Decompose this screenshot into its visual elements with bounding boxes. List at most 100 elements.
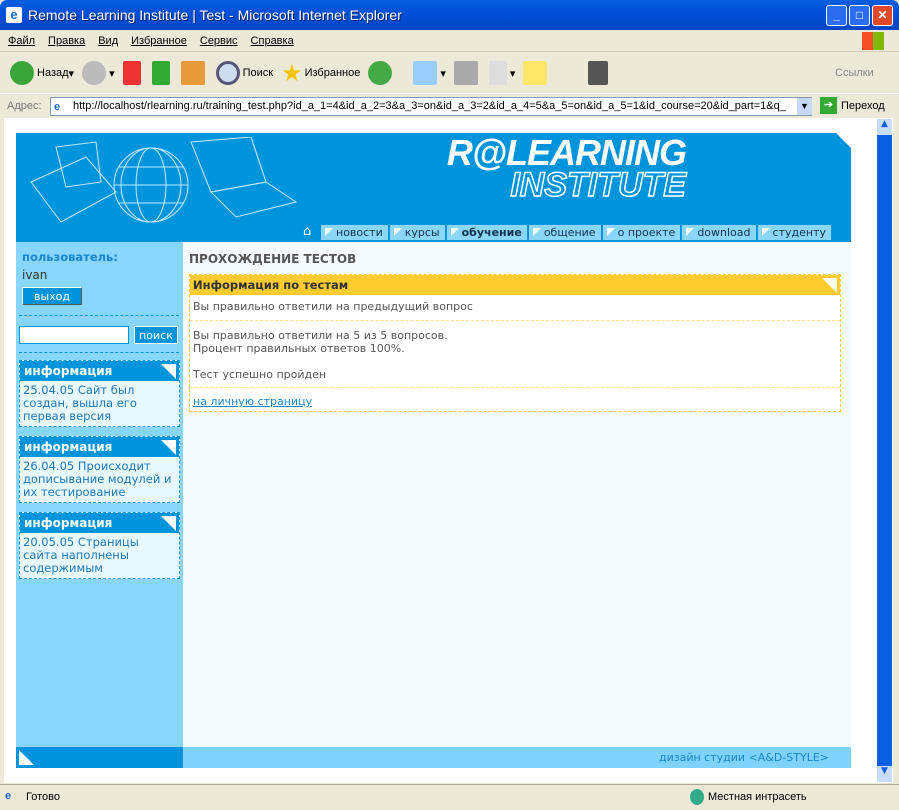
page-icon: e — [54, 101, 61, 113]
divider — [19, 315, 179, 316]
verdict-text: Тест успешно пройден — [193, 368, 327, 381]
print-button[interactable] — [453, 61, 481, 85]
home-button[interactable] — [180, 61, 208, 85]
star-icon: ★ — [281, 59, 303, 87]
corner-icon — [836, 133, 851, 148]
info-title: информация — [24, 364, 113, 378]
info-text: 26.04.05 Происходит дописывание модулей … — [23, 459, 172, 499]
refresh-icon — [151, 61, 170, 85]
notes-button[interactable] — [523, 61, 550, 85]
address-bar: Адрес: e http://localhost/rlearning.ru/tr… — [0, 93, 899, 117]
nav-news[interactable]: новости — [321, 225, 388, 240]
mail-button[interactable]: ▾ — [413, 61, 446, 85]
window-title: Remote Learning Institute | Test - Micro… — [28, 7, 402, 23]
ie-page-icon: e — [5, 790, 12, 802]
extension-button[interactable] — [588, 61, 611, 85]
nav-courses[interactable]: курсы — [389, 225, 445, 240]
scroll-down-button[interactable]: ▼ — [877, 766, 892, 782]
laptops-globe-illustration — [30, 137, 298, 223]
site-logo: R@LEARNING INSTITUTE — [446, 132, 687, 204]
footer-left — [16, 747, 183, 768]
home-icon — [180, 61, 205, 85]
ie-icon: e — [6, 7, 22, 23]
mail-icon — [413, 61, 438, 85]
back-arrow-icon — [10, 61, 34, 85]
web-page: R@LEARNING INSTITUTE ⌂ новости курсы обу… — [16, 133, 851, 768]
address-dropdown[interactable]: ▼ — [797, 98, 812, 115]
username: ivan — [22, 268, 48, 282]
search-icon — [215, 61, 240, 85]
nav-student[interactable]: студенту — [757, 225, 831, 240]
browser-viewport: R@LEARNING INSTITUTE ⌂ новости курсы обу… — [4, 118, 876, 783]
stop-icon — [122, 61, 141, 85]
zone-text: Местная интрасеть — [708, 791, 807, 803]
menu-view[interactable]: Вид — [98, 35, 118, 47]
back-button[interactable]: Назад ▾ — [10, 61, 74, 85]
nav-communication[interactable]: общение — [528, 225, 601, 240]
menu-favorites[interactable]: Избранное — [131, 35, 187, 47]
search-button[interactable]: Поиск — [215, 61, 273, 85]
go-button[interactable]: ➔ Переход — [820, 97, 885, 114]
vertical-scrollbar[interactable]: ▲ ▼ — [876, 118, 893, 783]
main-nav: новости курсы обучение общение о проекте… — [321, 225, 831, 240]
prev-result: Вы правильно ответили на предыдущий вопр… — [190, 295, 840, 321]
score-text: Вы правильно ответили на 5 из 5 вопросов… — [193, 329, 448, 342]
forward-arrow-icon — [82, 61, 107, 85]
printer-icon — [453, 61, 478, 85]
info-text: 25.04.05 Сайт был создан, вышла его перв… — [23, 383, 137, 423]
info-box: информация 20.05.05 Страницы сайта наполн… — [19, 512, 180, 579]
info-title: информация — [24, 516, 113, 530]
corner-icon — [822, 278, 837, 293]
nav-learning[interactable]: обучение — [446, 225, 527, 240]
user-label: пользователь: — [22, 250, 118, 264]
box-title: Информация по тестам — [193, 278, 349, 292]
link-row: на личную страницу — [190, 388, 840, 411]
favorites-button[interactable]: ★ Избранное — [281, 59, 360, 88]
close-button[interactable]: ✕ — [872, 5, 893, 26]
footer-credit[interactable]: дизайн студии <A&D-STYLE> — [659, 751, 829, 764]
forward-button[interactable]: ▾ — [82, 61, 115, 85]
nav-about[interactable]: о проекте — [602, 225, 681, 240]
menu-tools[interactable]: Сервис — [200, 35, 238, 47]
search-input[interactable] — [19, 326, 129, 344]
divider — [19, 352, 179, 353]
menu-help[interactable]: Справка — [251, 35, 294, 47]
edit-button[interactable]: ▾ — [488, 61, 515, 85]
menu-edit[interactable]: Правка — [48, 35, 85, 47]
site-header: R@LEARNING INSTITUTE ⌂ новости курсы обу… — [16, 133, 851, 242]
download-arrows-icon — [588, 61, 609, 85]
page-title: ПРОХОЖДЕНИЕ ТЕСТОВ — [189, 252, 357, 266]
maximize-button[interactable]: □ — [849, 5, 870, 26]
info-box: информация 25.04.05 Сайт был создан, вышл… — [19, 360, 180, 427]
menu-bar: Файл Правка Вид Избранное Сервис Справка — [0, 30, 899, 52]
status-bar: e Готово Местная интрасеть — [0, 784, 899, 810]
corner-icon — [161, 516, 176, 531]
intranet-icon — [690, 789, 704, 805]
stop-button[interactable] — [122, 61, 144, 85]
history-button[interactable] — [368, 61, 395, 85]
info-list: информация 25.04.05 Сайт был создан, вышл… — [16, 360, 183, 588]
info-title: информация — [24, 440, 113, 454]
main-content: ПРОХОЖДЕНИЕ ТЕСТОВ Информация по тестам … — [183, 242, 851, 747]
minimize-button[interactable]: _ — [826, 5, 847, 26]
result-block: Вы правильно ответили на 5 из 5 вопросов… — [190, 321, 840, 388]
nav-download[interactable]: download — [682, 225, 756, 240]
menu-file[interactable]: Файл — [8, 35, 35, 47]
info-box: информация 26.04.05 Происходит дописывани… — [19, 436, 180, 503]
scroll-up-button[interactable]: ▲ — [877, 119, 892, 135]
links-label[interactable]: Ссылки — [835, 67, 874, 79]
word-icon — [488, 61, 507, 85]
toolbar: Назад ▾ ▾ Поиск ★ Избранное ▾ ▾ Ссылки — [0, 53, 899, 93]
title-bar: e Remote Learning Institute | Test - Mic… — [0, 0, 899, 30]
note-icon — [523, 61, 548, 85]
home-icon[interactable]: ⌂ — [303, 224, 311, 239]
refresh-button[interactable] — [151, 61, 173, 85]
address-input[interactable]: e http://localhost/rlearning.ru/training_… — [50, 97, 812, 116]
sidebar: пользователь: ivan выход поиск информаци… — [16, 242, 183, 747]
corner-icon — [19, 750, 34, 765]
personal-page-link[interactable]: на личную страницу — [193, 395, 312, 408]
address-label: Адрес: — [7, 99, 42, 112]
search-button[interactable]: поиск — [134, 326, 178, 344]
history-icon — [368, 61, 393, 85]
logout-button[interactable]: выход — [22, 287, 82, 305]
